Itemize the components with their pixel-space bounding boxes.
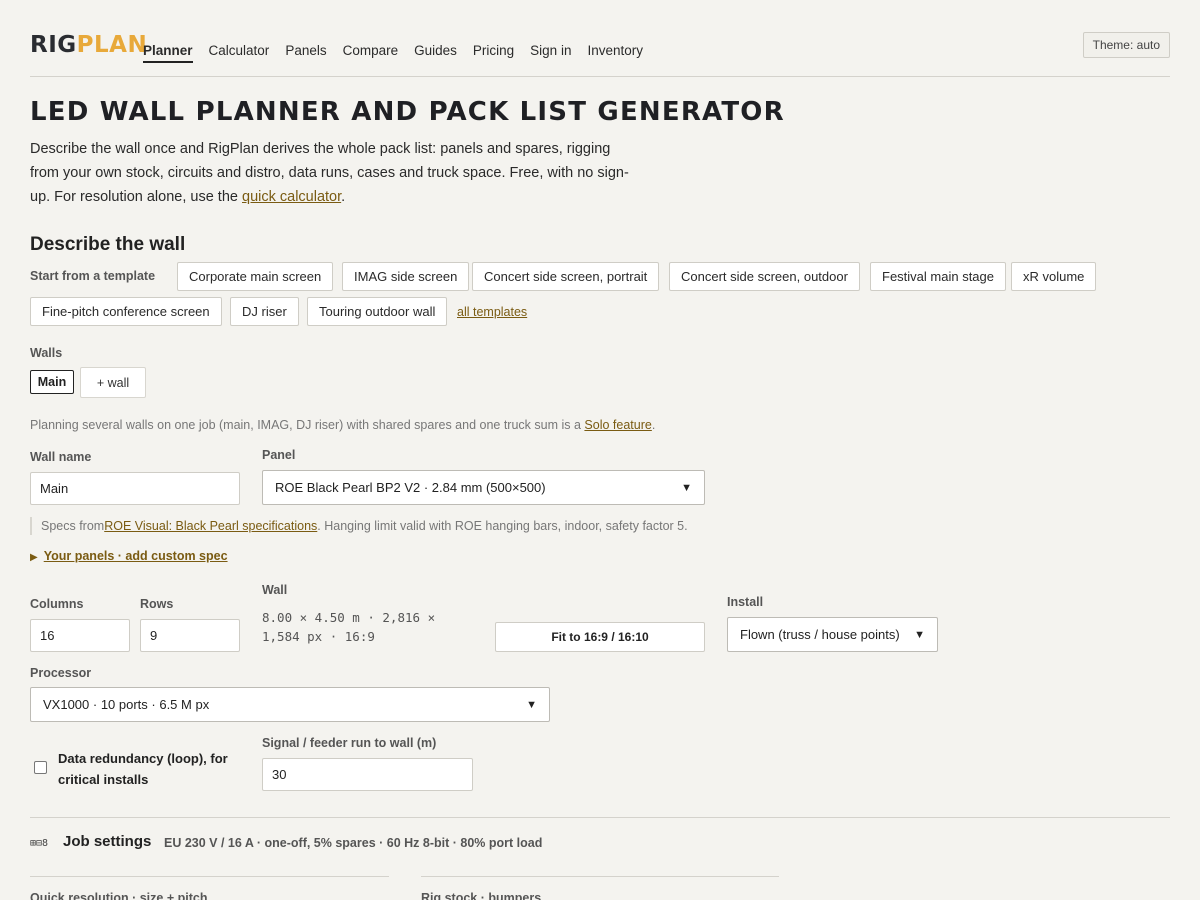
template-concert-outdoor[interactable]: Concert side screen, outdoor [669, 262, 860, 291]
wall-label: Wall [262, 583, 288, 597]
custom-spec-toggle[interactable]: ▶ Your panels · add custom spec [30, 549, 228, 563]
spec-note: Specs from ROE Visual: Black Pearl speci… [30, 517, 688, 535]
all-templates-link[interactable]: all templates [457, 305, 527, 319]
logo[interactable]: RIGPLAN [30, 32, 147, 58]
theme-button[interactable]: Theme: auto [1082, 32, 1170, 58]
quick-resolution-label: Quick resolution · size + pitch [30, 891, 208, 900]
triangle-right-icon: ▶ [30, 552, 38, 563]
wall-name-input[interactable]: Main [30, 472, 240, 505]
top-header: RIGPLAN Planner Calculator Panels Compar… [30, 28, 1170, 77]
panel-select-value: ROE Black Pearl BP2 V2 · 2.84 mm (500×50… [275, 480, 546, 495]
hero-description: Describe the wall once and RigPlan deriv… [30, 137, 630, 209]
nav-sign-in[interactable]: Sign in [530, 43, 571, 63]
logo-plan: PLAN [76, 32, 148, 58]
processor-label: Processor [30, 666, 92, 680]
sub-divider-left [30, 876, 389, 877]
redundancy-label[interactable]: Data redundancy (loop), for critical ins… [58, 748, 248, 790]
redundancy-checkbox[interactable] [34, 761, 47, 774]
nav-compare[interactable]: Compare [343, 43, 399, 63]
wall-tab-main[interactable]: Main [30, 370, 74, 394]
rig-stock-label: Rig stock · bumpers [421, 891, 542, 900]
fit-aspect-button[interactable]: Fit to 16:9 / 16:10 [495, 622, 705, 652]
wall-readout-line2: 1,584 px · 16:9 [262, 629, 375, 644]
multi-wall-note-end: . [651, 418, 656, 432]
processor-select-value: VX1000 · 10 ports · 6.5 M px [43, 697, 210, 712]
nav-pricing[interactable]: Pricing [473, 43, 514, 63]
signal-run-input[interactable]: 30 [262, 758, 473, 791]
template-imag-side[interactable]: IMAG side screen [342, 262, 470, 291]
wall-readout-line1: 8.00 × 4.50 m · 2,816 × [262, 610, 436, 625]
quick-calculator-link[interactable]: quick calculator [242, 189, 341, 205]
install-select-value: Flown (truss / house points) [740, 627, 900, 642]
install-label: Install [727, 595, 764, 609]
template-xr-volume[interactable]: xR volume [1011, 262, 1097, 291]
roe-spec-link[interactable]: ROE Visual: Black Pearl specifications [104, 519, 317, 533]
settings-grid-icon: ⊞⊟8 [30, 838, 49, 849]
nav-guides[interactable]: Guides [414, 43, 457, 63]
nav-inventory[interactable]: Inventory [587, 43, 643, 63]
nav-planner[interactable]: Planner [143, 43, 193, 63]
columns-label: Columns [30, 597, 84, 611]
template-touring-outdoor[interactable]: Touring outdoor wall [307, 297, 448, 326]
job-settings-title[interactable]: Job settings [63, 833, 151, 850]
signal-run-label: Signal / feeder run to wall (m) [262, 736, 437, 750]
multi-wall-note: Planning several walls on one job (main,… [30, 418, 655, 432]
template-concert-portrait[interactable]: Concert side screen, portrait [472, 262, 660, 291]
wall-name-label: Wall name [30, 450, 92, 464]
section-divider [30, 817, 1170, 818]
spec-prefix: Specs from [41, 519, 105, 533]
rows-label: Rows [140, 597, 174, 611]
hero-desc-end: . [341, 189, 346, 205]
main-nav: Planner Calculator Panels Compare Guides… [143, 43, 643, 63]
columns-input[interactable]: 16 [30, 619, 130, 652]
sub-divider-right [421, 876, 779, 877]
wall-readout: 8.00 × 4.50 m · 2,816 × 1,584 px · 16:9 [262, 608, 472, 646]
walls-label: Walls [30, 346, 63, 360]
job-settings-summary: EU 230 V / 16 A · one-off, 5% spares · 6… [164, 836, 543, 850]
page-title: LED WALL PLANNER AND PACK LIST GENERATOR [30, 97, 785, 127]
template-label: Start from a template [30, 269, 156, 283]
section-title-describe: Describe the wall [30, 234, 186, 255]
custom-spec-link[interactable]: Your panels · add custom spec [44, 549, 228, 563]
processor-select[interactable]: VX1000 · 10 ports · 6.5 M px ▼ [30, 687, 550, 722]
logo-rig: RIG [30, 32, 77, 58]
solo-feature-link[interactable]: Solo feature [584, 418, 651, 432]
add-wall-button[interactable]: + wall [80, 367, 146, 398]
chevron-down-icon: ▼ [914, 628, 925, 641]
rows-input[interactable]: 9 [140, 619, 240, 652]
multi-wall-note-text: Planning several walls on one job (main,… [30, 418, 585, 432]
nav-panels[interactable]: Panels [285, 43, 326, 63]
nav-calculator[interactable]: Calculator [209, 43, 270, 63]
chevron-down-icon: ▼ [526, 698, 537, 711]
panel-label: Panel [262, 448, 296, 462]
install-select[interactable]: Flown (truss / house points) ▼ [727, 617, 938, 652]
template-corporate-main[interactable]: Corporate main screen [177, 262, 334, 291]
template-dj-riser[interactable]: DJ riser [230, 297, 299, 326]
chevron-down-icon: ▼ [681, 481, 692, 494]
template-festival-main[interactable]: Festival main stage [870, 262, 1006, 291]
spec-suffix: . Hanging limit valid with ROE hanging b… [317, 519, 688, 533]
template-fine-pitch[interactable]: Fine-pitch conference screen [30, 297, 222, 326]
panel-select[interactable]: ROE Black Pearl BP2 V2 · 2.84 mm (500×50… [262, 470, 705, 505]
